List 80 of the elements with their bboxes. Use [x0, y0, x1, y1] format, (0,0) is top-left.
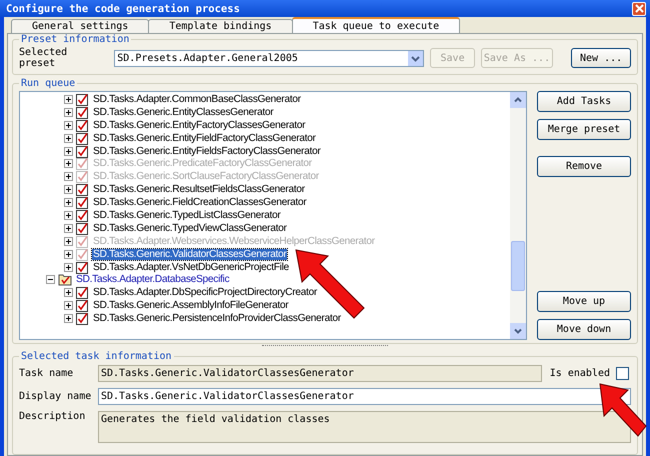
task-label[interactable]: SD.Tasks.Generic.EntityFactoryClassesGenerator: [92, 120, 306, 131]
dropdown-value: SD.Presets.Adapter.General2005: [117, 52, 298, 64]
expand-icon[interactable]: [64, 224, 73, 233]
task-label[interactable]: SD.Tasks.Adapter.CommonBaseClassGenerator: [92, 94, 302, 105]
task-label[interactable]: SD.Tasks.Generic.EntityClassesGenerator: [92, 106, 274, 118]
close-button[interactable]: [632, 2, 646, 16]
scroll-up-icon[interactable]: [510, 92, 526, 108]
queue-button[interactable]: Merge preset: [537, 119, 631, 140]
group-legend: Selected task information: [19, 351, 174, 362]
task-check-icon[interactable]: [76, 106, 89, 119]
task-label[interactable]: SD.Tasks.Generic.AssemblyInfoFileGenerator: [92, 300, 290, 312]
task-check-icon[interactable]: [76, 299, 89, 312]
expand-icon[interactable]: [64, 250, 73, 259]
expand-icon[interactable]: [64, 262, 73, 272]
preset-dropdown[interactable]: SD.Presets.Adapter.General2005: [114, 50, 424, 66]
queue-button[interactable]: Remove: [537, 156, 631, 177]
task-label[interactable]: SD.Tasks.Adapter.VsNetDbGenericProjectFile: [92, 262, 290, 273]
collapse-icon[interactable]: [46, 275, 55, 284]
expand-icon[interactable]: [64, 198, 73, 208]
queue-button[interactable]: Add Tasks: [537, 91, 631, 112]
task-label[interactable]: SD.Tasks.Generic.ValidatorClassesGenerator: [92, 248, 288, 260]
enabled-checkbox[interactable]: [616, 367, 629, 380]
expand-icon[interactable]: [64, 108, 73, 117]
task-label[interactable]: SD.Tasks.Generic.EntityFieldFactoryClassGenerator: [92, 132, 317, 144]
field-label: Description: [19, 411, 86, 422]
task-label[interactable]: SD.Tasks.Generic.TypedViewClassGenerator: [92, 222, 288, 234]
task-label[interactable]: SD.Tasks.Generic.PersistenceInfoProviderClassGenerator: [92, 313, 342, 324]
group-legend: Run queue: [19, 78, 78, 89]
folder-check-icon[interactable]: [58, 273, 72, 286]
expand-icon[interactable]: [64, 120, 73, 130]
task-label[interactable]: SD.Tasks.Generic.TypedListClassGenerator: [92, 210, 282, 221]
task-check-icon[interactable]: [76, 248, 89, 261]
description-field[interactable]: Generates the field validation classes: [98, 411, 631, 443]
expand-icon[interactable]: [64, 94, 73, 104]
task-check-icon[interactable]: [76, 222, 89, 235]
task-check-icon[interactable]: [76, 132, 89, 145]
task-label[interactable]: SD.Tasks.Generic.EntityFieldsFactoryClassGenerator: [92, 146, 322, 156]
display-name-field[interactable]: SD.Tasks.Generic.ValidatorClassesGenerator: [98, 388, 631, 405]
scroll-thumb[interactable]: [511, 241, 525, 291]
task-check-icon[interactable]: [76, 183, 89, 196]
group-label[interactable]: SD.Tasks.Adapter.DatabaseSpecific: [75, 274, 230, 286]
task-check-icon[interactable]: [76, 312, 89, 326]
expand-icon[interactable]: [64, 172, 73, 182]
task-check-icon[interactable]: [76, 196, 89, 210]
task-check-icon[interactable]: [76, 286, 89, 300]
task-check-icon[interactable]: [76, 170, 89, 184]
task-label[interactable]: SD.Tasks.Generic.FieldCreationClassesGenerator: [92, 197, 308, 208]
tab[interactable]: General settings: [11, 19, 150, 33]
preset-button[interactable]: New ...: [571, 48, 632, 68]
task-name-field[interactable]: SD.Tasks.Generic.ValidatorClassesGenerator: [98, 365, 542, 382]
task-check-icon[interactable]: [76, 208, 89, 222]
task-check-icon[interactable]: [76, 157, 89, 170]
task-check-icon[interactable]: [76, 144, 89, 158]
scroll-down-icon[interactable]: [510, 323, 526, 339]
tab[interactable]: Template bindings: [148, 19, 293, 33]
queue-button[interactable]: Move down: [537, 319, 631, 340]
expand-icon[interactable]: [64, 146, 73, 156]
task-label[interactable]: SD.Tasks.Generic.ResultsetFieldsClassGenerator: [92, 184, 306, 196]
task-label[interactable]: SD.Tasks.Adapter.DbSpecificProjectDirectoryCreator: [92, 287, 318, 298]
expand-icon[interactable]: [64, 134, 73, 143]
task-check-icon[interactable]: [76, 234, 89, 248]
task-check-icon[interactable]: [76, 260, 89, 274]
task-check-icon[interactable]: [76, 92, 89, 106]
expand-icon[interactable]: [64, 210, 73, 220]
field-label: Selected preset: [19, 47, 68, 69]
expand-icon[interactable]: [64, 185, 73, 194]
expand-icon[interactable]: [64, 159, 73, 168]
group-legend: Preset information: [19, 34, 132, 45]
field-label: Display name: [19, 391, 92, 402]
close-icon: [634, 4, 644, 13]
tab[interactable]: Task queue to execute: [292, 17, 460, 33]
checkbox-label: Is enabled: [550, 368, 610, 379]
task-check-icon[interactable]: [76, 118, 89, 132]
queue-button[interactable]: Move up: [537, 291, 631, 312]
expand-icon[interactable]: [64, 314, 73, 324]
window-title: Configure the code generation process: [6, 2, 240, 14]
expand-icon[interactable]: [64, 288, 73, 298]
field-label: Task name: [19, 368, 74, 379]
expand-icon[interactable]: [64, 301, 73, 310]
expand-icon[interactable]: [64, 236, 73, 246]
